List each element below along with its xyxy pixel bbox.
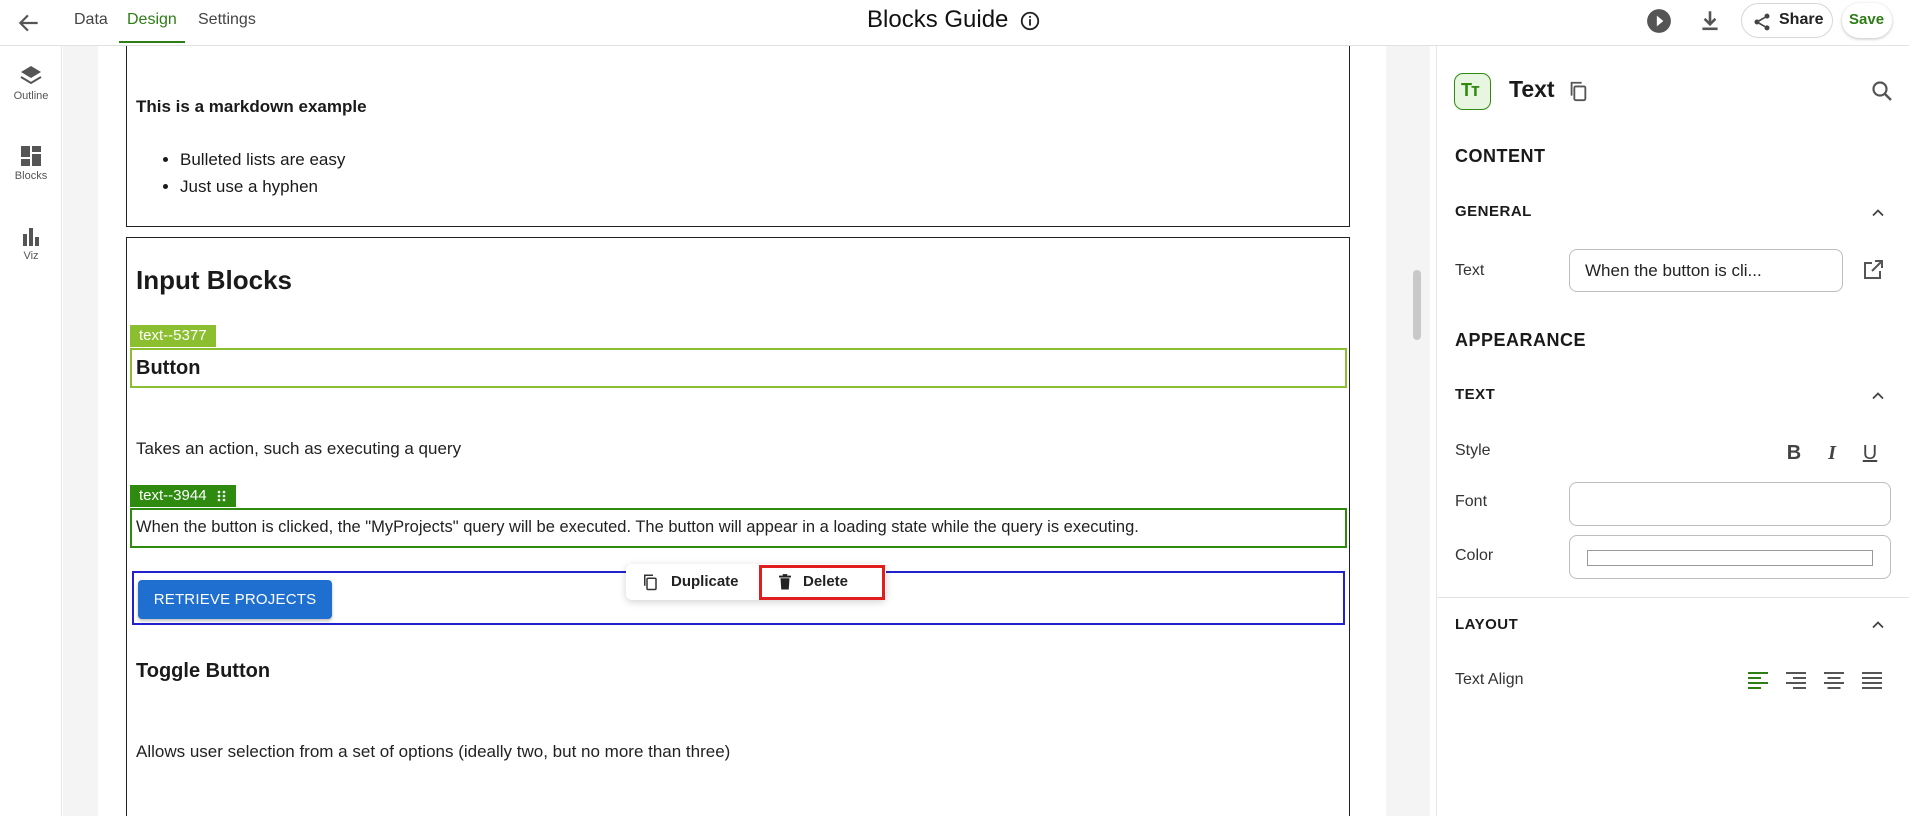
align-center-icon[interactable] bbox=[1822, 669, 1846, 693]
section-appearance: APPEARANCE bbox=[1455, 330, 1587, 350]
rail-item-viz[interactable]: Viz bbox=[0, 224, 62, 262]
heading-button: Button bbox=[136, 357, 201, 379]
markdown-heading: This is a markdown example bbox=[136, 97, 367, 116]
markdown-bullet-list: Bulleted lists are easy Just use a hyphe… bbox=[180, 146, 345, 200]
play-icon[interactable] bbox=[1646, 8, 1672, 34]
save-button[interactable]: Save bbox=[1842, 3, 1892, 38]
delete-highlight-box bbox=[759, 565, 885, 600]
tab-data[interactable]: Data bbox=[74, 0, 108, 44]
rail-label-outline: Outline bbox=[13, 90, 49, 102]
style-label: Style bbox=[1455, 442, 1491, 459]
align-right-icon[interactable] bbox=[1784, 669, 1808, 693]
text-input[interactable]: When the button is cli... bbox=[1569, 249, 1843, 292]
duplicate-button[interactable]: Duplicate bbox=[626, 564, 754, 600]
heading-toggle-button: Toggle Button bbox=[136, 660, 271, 682]
left-rail: Outline Blocks Viz bbox=[0, 46, 62, 816]
open-external-icon[interactable] bbox=[1861, 258, 1885, 282]
text-block-type-icon: Tт bbox=[1454, 73, 1491, 110]
chevron-up-icon[interactable] bbox=[1868, 203, 1888, 223]
share-icon bbox=[1754, 13, 1770, 31]
text-input-value: When the button is cli... bbox=[1585, 261, 1762, 280]
share-button[interactable]: Share bbox=[1741, 3, 1833, 38]
block-tag-label: text--3944 bbox=[139, 487, 207, 504]
section-content: CONTENT bbox=[1455, 146, 1546, 166]
top-bar: Data Design Settings Blocks Guide Share … bbox=[0, 0, 1909, 46]
toggle-description: Allows user selection from a set of opti… bbox=[136, 742, 731, 761]
italic-button[interactable]: I bbox=[1820, 441, 1844, 465]
grid-icon bbox=[21, 146, 41, 166]
align-justify-icon[interactable] bbox=[1860, 669, 1884, 693]
button-description: Takes an action, such as executing a que… bbox=[136, 439, 462, 458]
tab-design-label: Design bbox=[127, 11, 177, 28]
download-icon[interactable] bbox=[1697, 8, 1723, 34]
copy-icon[interactable] bbox=[1567, 80, 1589, 102]
panel-title: Text bbox=[1509, 76, 1555, 102]
search-icon[interactable] bbox=[1870, 79, 1894, 103]
duplicate-label: Duplicate bbox=[671, 573, 739, 590]
text-align-label: Text Align bbox=[1455, 671, 1524, 688]
divider bbox=[1437, 597, 1909, 598]
bold-button[interactable]: B bbox=[1782, 441, 1806, 465]
align-left-icon[interactable] bbox=[1746, 669, 1770, 693]
rail-label-blocks: Blocks bbox=[14, 170, 48, 182]
properties-panel: Tт Text CONTENT GENERAL Text When the bu… bbox=[1436, 46, 1909, 816]
font-label: Font bbox=[1455, 493, 1488, 510]
tab-settings[interactable]: Settings bbox=[198, 0, 256, 44]
text-field-label: Text bbox=[1455, 262, 1485, 279]
rail-item-blocks[interactable]: Blocks bbox=[0, 144, 62, 182]
page-title: Blocks Guide bbox=[867, 6, 1009, 33]
block-tag[interactable]: text--5377 bbox=[130, 325, 216, 347]
rail-label-viz: Viz bbox=[23, 250, 39, 262]
section-general[interactable]: GENERAL bbox=[1455, 203, 1532, 220]
tab-design[interactable]: Design bbox=[119, 0, 185, 43]
font-select[interactable] bbox=[1569, 482, 1891, 526]
color-label: Color bbox=[1455, 547, 1494, 564]
bar-chart-icon bbox=[23, 228, 39, 246]
color-picker[interactable] bbox=[1569, 535, 1891, 579]
drag-handle-icon[interactable] bbox=[217, 490, 227, 502]
back-arrow-icon[interactable] bbox=[16, 10, 42, 36]
list-item: Bulleted lists are easy bbox=[180, 146, 345, 173]
section-text[interactable]: TEXT bbox=[1455, 386, 1495, 403]
block-tag-active[interactable]: text--3944 bbox=[130, 485, 236, 507]
info-icon[interactable] bbox=[1019, 10, 1041, 32]
section-layout[interactable]: LAYOUT bbox=[1455, 616, 1518, 633]
layers-icon bbox=[20, 66, 42, 85]
save-label: Save bbox=[1849, 11, 1885, 28]
selected-block-outline[interactable] bbox=[130, 348, 1347, 388]
text-block-type-glyph: Tт bbox=[1461, 80, 1480, 100]
rail-item-outline[interactable]: Outline bbox=[0, 64, 62, 102]
list-item: Just use a hyphen bbox=[180, 173, 345, 200]
button-note-text: When the button is clicked, the "MyProje… bbox=[136, 518, 1139, 536]
retrieve-projects-button[interactable]: RETRIEVE PROJECTS bbox=[138, 580, 332, 619]
color-swatch[interactable] bbox=[1587, 550, 1873, 566]
underline-button[interactable]: U bbox=[1858, 441, 1882, 465]
canvas-scrollbar[interactable] bbox=[1413, 270, 1421, 340]
section-heading-input-blocks: Input Blocks bbox=[136, 265, 293, 295]
copy-icon bbox=[644, 574, 657, 591]
chevron-up-icon[interactable] bbox=[1868, 386, 1888, 406]
chevron-up-icon[interactable] bbox=[1868, 615, 1888, 635]
share-label: Share bbox=[1779, 11, 1824, 28]
